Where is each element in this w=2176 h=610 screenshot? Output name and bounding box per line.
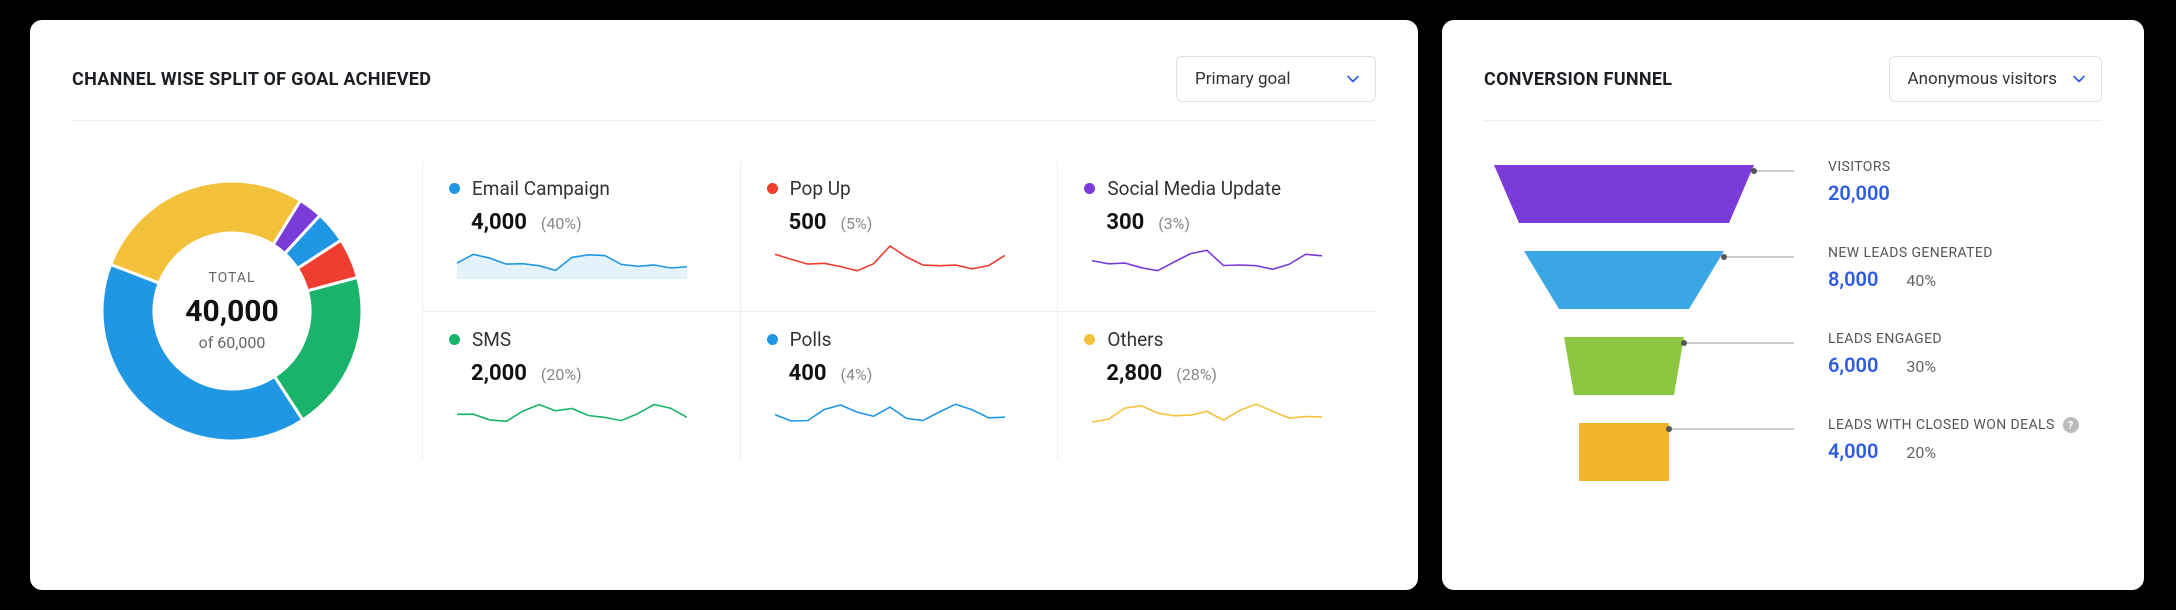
goal-select-label: Primary goal: [1195, 69, 1291, 89]
donut-center: TOTAL 40,000 of 60,000: [185, 270, 278, 352]
channel-color-dot: [1084, 334, 1095, 345]
sparkline: [1092, 239, 1322, 279]
channel-label-row: SMS: [449, 328, 714, 351]
channel-card: Others 2,800 (28%): [1058, 312, 1376, 462]
funnel-stage-shape: [1564, 337, 1684, 395]
sparkline: [775, 390, 1005, 430]
channel-title: CHANNEL WISE SPLIT OF GOAL ACHIEVED: [72, 69, 431, 90]
channel-label-row: Others: [1084, 328, 1350, 351]
channel-value-row: 2,000 (20%): [471, 361, 714, 386]
channel-value-row: 500 (5%): [789, 210, 1032, 235]
channel-name: SMS: [472, 328, 511, 351]
funnel-stage-values: 8,000 40%: [1828, 267, 2102, 291]
funnel-select[interactable]: Anonymous visitors: [1889, 56, 2102, 102]
donut-total-sub: of 60,000: [185, 333, 278, 352]
goal-select[interactable]: Primary goal: [1176, 56, 1376, 102]
funnel-stage: NEW LEADS GENERATED 8,000 40%: [1828, 245, 2102, 331]
channel-value-row: 2,800 (28%): [1106, 361, 1350, 386]
funnel-stage: LEADS ENGAGED 6,000 30%: [1828, 331, 2102, 417]
funnel-stage-values: 20,000: [1828, 181, 2102, 205]
channel-pct: (4%): [841, 365, 873, 384]
channel-color-dot: [1084, 183, 1095, 194]
channel-pct: (40%): [541, 214, 582, 233]
channel-color-dot: [449, 334, 460, 345]
funnel-stage: LEADS WITH CLOSED WON DEALS ? 4,000 20%: [1828, 417, 2102, 503]
donut-total-value: 40,000: [185, 294, 278, 329]
channel-value: 400: [789, 361, 827, 386]
channel-value-row: 4,000 (40%): [471, 210, 714, 235]
channel-value: 300: [1106, 210, 1144, 235]
channel-value: 2,000: [471, 361, 527, 386]
channel-label-row: Social Media Update: [1084, 177, 1350, 200]
sparkline: [775, 239, 1005, 279]
channel-pct: (28%): [1176, 365, 1217, 384]
funnel-stage-value: 6,000: [1828, 353, 1878, 377]
channel-name: Others: [1107, 328, 1163, 351]
channel-pct: (20%): [541, 365, 582, 384]
sparkline: [1092, 390, 1322, 430]
sparkline: [457, 239, 687, 279]
chevron-down-icon: [1347, 75, 1359, 83]
channel-card: Pop Up 500 (5%): [741, 161, 1059, 312]
channel-name: Email Campaign: [472, 177, 610, 200]
channel-value-row: 300 (3%): [1106, 210, 1350, 235]
funnel-stage-shape: [1494, 165, 1754, 223]
funnel-stage-title: VISITORS: [1828, 159, 2102, 175]
channel-card: Polls 400 (4%): [741, 312, 1059, 462]
channel-value: 500: [789, 210, 827, 235]
channel-body: TOTAL 40,000 of 60,000 Email Campaign 4,…: [72, 121, 1376, 461]
funnel-stage-pct: 40%: [1906, 271, 1936, 290]
funnel-stage-title: LEADS ENGAGED: [1828, 331, 2102, 347]
funnel-stage-value: 20,000: [1828, 181, 1890, 205]
channel-color-dot: [767, 334, 778, 345]
channel-label-row: Polls: [767, 328, 1032, 351]
channel-name: Social Media Update: [1107, 177, 1281, 200]
funnel-vis: [1484, 159, 1804, 523]
funnel-stage-pct: 30%: [1906, 357, 1936, 376]
funnel-stage-title: LEADS WITH CLOSED WON DEALS ?: [1828, 417, 2102, 433]
channel-header: CHANNEL WISE SPLIT OF GOAL ACHIEVED Prim…: [72, 56, 1376, 121]
funnel-labels: VISITORS 20,000 NEW LEADS GENERATED 8,00…: [1828, 159, 2102, 523]
funnel-card: CONVERSION FUNNEL Anonymous visitors VIS…: [1442, 20, 2144, 590]
funnel-stage-value: 8,000: [1828, 267, 1878, 291]
channel-name: Polls: [790, 328, 832, 351]
donut-total-label: TOTAL: [185, 270, 278, 286]
channel-card: Social Media Update 300 (3%): [1058, 161, 1376, 312]
channel-label-row: Email Campaign: [449, 177, 714, 200]
channel-card: Email Campaign 4,000 (40%): [423, 161, 741, 312]
channel-pct: (3%): [1158, 214, 1190, 233]
funnel-select-label: Anonymous visitors: [1908, 69, 2057, 89]
funnel-stage-title: NEW LEADS GENERATED: [1828, 245, 2102, 261]
funnel-stage-values: 6,000 30%: [1828, 353, 2102, 377]
funnel-header: CONVERSION FUNNEL Anonymous visitors: [1484, 56, 2102, 121]
channel-pct: (5%): [841, 214, 873, 233]
donut-chart: TOTAL 40,000 of 60,000: [72, 161, 392, 461]
channel-color-dot: [449, 183, 460, 194]
funnel-stage-shape: [1579, 423, 1669, 481]
help-icon[interactable]: ?: [2063, 417, 2079, 433]
channel-value: 4,000: [471, 210, 527, 235]
channels-grid: Email Campaign 4,000 (40%) Pop Up 500 (5…: [422, 161, 1376, 461]
funnel-stage-values: 4,000 20%: [1828, 439, 2102, 463]
channel-value: 2,800: [1106, 361, 1162, 386]
funnel-body: VISITORS 20,000 NEW LEADS GENERATED 8,00…: [1484, 121, 2102, 523]
channel-name: Pop Up: [790, 177, 851, 200]
funnel-stage-pct: 20%: [1906, 443, 1936, 462]
channel-split-card: CHANNEL WISE SPLIT OF GOAL ACHIEVED Prim…: [30, 20, 1418, 590]
sparkline: [457, 390, 687, 430]
funnel-stage-value: 4,000: [1828, 439, 1878, 463]
funnel-stage-shape: [1524, 251, 1724, 309]
channel-label-row: Pop Up: [767, 177, 1032, 200]
chevron-down-icon: [2073, 75, 2085, 83]
funnel-stage: VISITORS 20,000: [1828, 159, 2102, 245]
funnel-title: CONVERSION FUNNEL: [1484, 69, 1672, 90]
channel-value-row: 400 (4%): [789, 361, 1032, 386]
channel-color-dot: [767, 183, 778, 194]
channel-card: SMS 2,000 (20%): [423, 312, 741, 462]
